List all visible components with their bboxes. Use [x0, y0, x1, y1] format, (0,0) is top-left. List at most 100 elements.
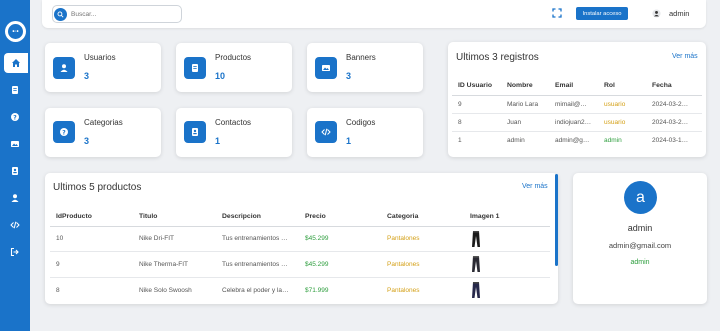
table-row[interactable]: 8 Nike Solo Swoosh Celebra el poder y la… [50, 277, 550, 303]
cell-id: 9 [458, 100, 462, 108]
column-header: Precio [305, 213, 326, 221]
profile-role: admin [630, 259, 650, 266]
cell-descripcion: Tus entrenamientos … [222, 260, 288, 268]
code-icon [321, 128, 331, 136]
column-header: Rol [604, 82, 615, 90]
stat-value: 1 [215, 136, 221, 146]
user-name: admin [669, 9, 690, 18]
logout-icon [10, 247, 19, 257]
search-button[interactable] [54, 7, 67, 21]
stat-card-usuarios[interactable]: Usuarios 3 [45, 43, 161, 92]
registros-ver-mas-link[interactable]: Ver más [672, 53, 698, 60]
column-header: Descripcion [222, 213, 261, 221]
user-icon [60, 64, 68, 72]
sidebar: •◦• ? [0, 0, 30, 331]
book-icon [12, 86, 18, 94]
stat-value: 3 [84, 71, 90, 81]
contact-card-icon [192, 128, 198, 136]
cell-id: 10 [56, 235, 64, 243]
productos-panel: Ultimos 5 productos Ver más IdProducto T… [45, 173, 558, 304]
sidebar-item-usuarios[interactable] [0, 188, 30, 208]
user-menu[interactable]: admin [652, 9, 689, 18]
cell-id: 1 [458, 136, 462, 144]
home-icon [12, 59, 20, 67]
install-button[interactable]: Instalar acceso [576, 7, 628, 20]
table-row[interactable]: 9 Nike Therma-FIT Tus entrenamientos … $… [50, 251, 550, 278]
column-header: Nombre [507, 82, 533, 90]
productos-table: IdProducto Titulo Descripcion Precio Cat… [50, 208, 550, 303]
stat-card-banners[interactable]: Banners 3 [307, 43, 423, 92]
productos-ver-mas-link[interactable]: Ver más [522, 183, 548, 190]
user-icon [11, 194, 19, 202]
stat-value: 1 [346, 136, 352, 146]
stat-icon-box [184, 57, 206, 79]
column-header: Categoria [387, 213, 419, 221]
cell-titulo: Nike Dri-FIT [139, 235, 175, 243]
cell-nombre: admin [507, 136, 525, 144]
column-header: IdProducto [56, 213, 92, 221]
profile-email: admin@gmail.com [608, 241, 672, 250]
product-thumbnail [472, 230, 480, 247]
table-header-row: ID Usuario Nombre Email Rol Fecha [452, 77, 702, 95]
sidebar-item-contactos[interactable] [0, 161, 30, 181]
sidebar-item-home[interactable] [4, 53, 28, 73]
cell-precio: $71.999 [305, 286, 329, 294]
cell-precio: $45.299 [305, 260, 329, 268]
svg-text:?: ? [13, 114, 17, 121]
productos-title: Ultimos 5 productos [53, 182, 142, 193]
user-icon [652, 9, 661, 18]
cell-titulo: Nike Therma-FIT [139, 260, 188, 268]
stat-card-productos[interactable]: Productos 10 [176, 43, 292, 92]
cell-categoria: Pantalones [387, 286, 420, 294]
stat-title: Banners [346, 53, 376, 62]
stat-icon-box [315, 57, 337, 79]
stat-card-contactos[interactable]: Contactos 1 [176, 108, 292, 157]
registros-table: ID Usuario Nombre Email Rol Fecha 9 Mari… [452, 77, 702, 149]
stat-icon-box: ? [53, 121, 75, 143]
cell-email: mimail@… [555, 100, 587, 108]
cell-fecha: 2024-03-1… [652, 136, 689, 144]
stat-icon-box [53, 57, 75, 79]
sidebar-item-categorias[interactable]: ? [0, 107, 30, 127]
svg-text:?: ? [62, 129, 66, 136]
table-row[interactable]: 10 Nike Dri-FIT Tus entrenamientos … $45… [50, 226, 550, 252]
top-bar: Instalar acceso admin [42, 0, 706, 28]
table-row[interactable]: 9 Mario Lara mimail@… usuario 2024-03-2… [452, 95, 702, 113]
cell-email: admin@g… [555, 136, 590, 144]
app-logo[interactable]: •◦• [5, 21, 26, 42]
stat-title: Usuarios [84, 53, 116, 62]
stat-card-codigos[interactable]: Codigos 1 [307, 108, 423, 157]
stat-title: Categorias [84, 118, 123, 127]
table-row[interactable]: 8 Juan indiojuan2… usuario 2024-03-2… [452, 113, 702, 131]
code-icon [10, 221, 20, 229]
fullscreen-icon[interactable] [552, 8, 562, 18]
table-row[interactable]: 1 admin admin@g… admin 2024-03-1… [452, 131, 702, 149]
cell-fecha: 2024-03-2… [652, 118, 689, 126]
stat-card-categorias[interactable]: ? Categorias 3 [45, 108, 161, 157]
cell-descripcion: Celebra el poder y la… [222, 286, 289, 294]
registros-title: Ultimos 3 registros [456, 52, 539, 63]
sidebar-item-productos[interactable] [0, 80, 30, 100]
column-header: Fecha [652, 82, 672, 90]
cell-titulo: Nike Solo Swoosh [139, 286, 192, 294]
registros-panel: Ultimos 3 registros Ver más ID Usuario N… [448, 42, 706, 157]
table-header-row: IdProducto Titulo Descripcion Precio Cat… [50, 208, 550, 226]
productos-scrollbar[interactable] [555, 174, 558, 266]
sidebar-item-logout[interactable] [0, 242, 30, 262]
cell-id: 9 [56, 260, 60, 268]
search-input[interactable] [71, 10, 171, 18]
search-icon [57, 11, 64, 17]
sidebar-item-banners[interactable] [0, 134, 30, 154]
cell-categoria: Pantalones [387, 260, 420, 268]
column-header: Email [555, 82, 574, 90]
profile-name: admin [627, 223, 653, 233]
cell-imagen [464, 252, 550, 278]
cell-imagen [464, 226, 550, 252]
cell-rol: usuario [604, 100, 626, 108]
cell-fecha: 2024-03-2… [652, 100, 689, 108]
image-icon [322, 65, 330, 71]
product-thumbnail [472, 256, 480, 273]
sidebar-item-codigos[interactable] [0, 215, 30, 235]
cell-id: 8 [458, 118, 462, 126]
cell-imagen [464, 277, 550, 303]
